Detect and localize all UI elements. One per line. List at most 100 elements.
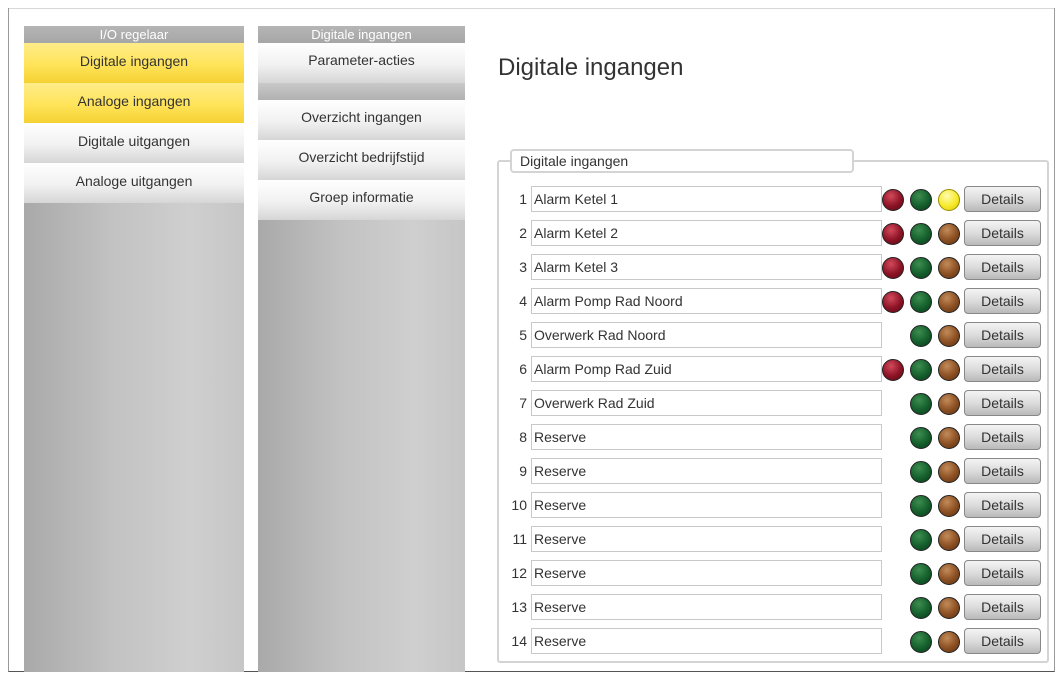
status-led-red-icon bbox=[882, 189, 904, 211]
status-led-green-icon bbox=[910, 223, 932, 245]
nav1-header: I/O regelaar bbox=[24, 26, 244, 43]
status-led-green-icon bbox=[910, 257, 932, 279]
input-number: 4 bbox=[519, 293, 527, 309]
status-led-brown-icon bbox=[938, 427, 960, 449]
input-name-field[interactable]: Alarm Pomp Rad Zuid bbox=[531, 356, 882, 382]
status-led-green-icon bbox=[910, 189, 932, 211]
details-button[interactable]: Details bbox=[964, 254, 1041, 280]
nav1-item-analoge-ingangen[interactable]: Analoge ingangen bbox=[24, 83, 244, 123]
status-led-brown-icon bbox=[938, 393, 960, 415]
input-name-field[interactable]: Reserve bbox=[531, 628, 882, 654]
status-led-green-icon bbox=[910, 461, 932, 483]
input-row: 12 Reserve Details bbox=[505, 559, 1045, 589]
nav2-item-parameter-acties[interactable]: Parameter-acties bbox=[258, 43, 465, 83]
details-button[interactable]: Details bbox=[964, 458, 1041, 484]
input-name-field[interactable]: Reserve bbox=[531, 492, 882, 518]
status-led-red-icon bbox=[882, 223, 904, 245]
status-led-green-icon bbox=[910, 393, 932, 415]
input-number: 9 bbox=[519, 463, 527, 479]
status-led-brown-icon bbox=[938, 529, 960, 551]
input-name-field[interactable]: Alarm Pomp Rad Noord bbox=[531, 288, 882, 314]
nav-column-io-regelaar: I/O regelaar Digitale ingangen Analoge i… bbox=[24, 26, 244, 672]
input-row: 2 Alarm Ketel 2 Details bbox=[505, 219, 1045, 249]
input-name-field[interactable]: Reserve bbox=[531, 526, 882, 552]
nav2-item-overzicht-bedrijfstijd[interactable]: Overzicht bedrijfstijd bbox=[258, 140, 465, 180]
input-row: 5 Overwerk Rad Noord Details bbox=[505, 321, 1045, 351]
input-name-field[interactable]: Reserve bbox=[531, 458, 882, 484]
status-led-green-icon bbox=[910, 563, 932, 585]
input-number: 2 bbox=[519, 225, 527, 241]
details-button[interactable]: Details bbox=[964, 186, 1041, 212]
details-button[interactable]: Details bbox=[964, 628, 1041, 654]
details-button[interactable]: Details bbox=[964, 594, 1041, 620]
details-button[interactable]: Details bbox=[964, 526, 1041, 552]
groupbox-title: Digitale ingangen bbox=[510, 149, 854, 173]
nav-column-digitale-ingangen: Digitale ingangen Parameter-acties Overz… bbox=[258, 26, 465, 672]
details-button[interactable]: Details bbox=[964, 390, 1041, 416]
status-led-green-icon bbox=[910, 495, 932, 517]
details-button[interactable]: Details bbox=[964, 424, 1041, 450]
status-led-brown-icon bbox=[938, 631, 960, 653]
status-led-green-icon bbox=[910, 427, 932, 449]
details-button[interactable]: Details bbox=[964, 492, 1041, 518]
input-number: 1 bbox=[519, 191, 527, 207]
input-name-field[interactable]: Reserve bbox=[531, 594, 882, 620]
input-name-field[interactable]: Reserve bbox=[531, 424, 882, 450]
status-led-red-icon bbox=[882, 291, 904, 313]
details-button[interactable]: Details bbox=[964, 220, 1041, 246]
nav2-divider bbox=[258, 83, 465, 100]
status-led-brown-icon bbox=[938, 325, 960, 347]
status-led-brown-icon bbox=[938, 597, 960, 619]
status-led-red-icon bbox=[882, 359, 904, 381]
status-led-green-icon bbox=[910, 529, 932, 551]
input-row: 7 Overwerk Rad Zuid Details bbox=[505, 389, 1045, 419]
input-row: 6 Alarm Pomp Rad Zuid Details bbox=[505, 355, 1045, 385]
details-button[interactable]: Details bbox=[964, 560, 1041, 586]
status-led-red-icon bbox=[882, 257, 904, 279]
input-number: 14 bbox=[511, 633, 527, 649]
status-led-brown-icon bbox=[938, 563, 960, 585]
status-led-brown-icon bbox=[938, 291, 960, 313]
nav2-item-groep-informatie[interactable]: Groep informatie bbox=[258, 180, 465, 220]
status-led-brown-icon bbox=[938, 223, 960, 245]
input-number: 3 bbox=[519, 259, 527, 275]
details-button[interactable]: Details bbox=[964, 356, 1041, 382]
input-row: 1 Alarm Ketel 1 Details bbox=[505, 185, 1045, 215]
input-row: 9 Reserve Details bbox=[505, 457, 1045, 487]
input-number: 13 bbox=[511, 599, 527, 615]
status-led-green-icon bbox=[910, 597, 932, 619]
input-name-field[interactable]: Overwerk Rad Zuid bbox=[531, 390, 882, 416]
nav1-item-analoge-uitgangen[interactable]: Analoge uitgangen bbox=[24, 163, 244, 203]
page-title: Digitale ingangen bbox=[498, 54, 684, 81]
input-name-field[interactable]: Overwerk Rad Noord bbox=[531, 322, 882, 348]
status-led-brown-icon bbox=[938, 257, 960, 279]
input-row: 8 Reserve Details bbox=[505, 423, 1045, 453]
nav2-item-overzicht-ingangen[interactable]: Overzicht ingangen bbox=[258, 100, 465, 140]
status-led-green-icon bbox=[910, 631, 932, 653]
input-row: 10 Reserve Details bbox=[505, 491, 1045, 521]
input-number: 11 bbox=[512, 531, 527, 547]
input-number: 10 bbox=[511, 497, 527, 513]
status-led-green-icon bbox=[910, 359, 932, 381]
input-name-field[interactable]: Reserve bbox=[531, 560, 882, 586]
input-row: 3 Alarm Ketel 3 Details bbox=[505, 253, 1045, 283]
status-led-brown-icon bbox=[938, 359, 960, 381]
input-row: 14 Reserve Details bbox=[505, 627, 1045, 657]
status-led-green-icon bbox=[910, 325, 932, 347]
status-led-yellow-icon bbox=[938, 189, 960, 211]
input-row: 11 Reserve Details bbox=[505, 525, 1045, 555]
nav1-item-digitale-uitgangen[interactable]: Digitale uitgangen bbox=[24, 123, 244, 163]
input-number: 6 bbox=[519, 361, 527, 377]
nav1-item-digitale-ingangen[interactable]: Digitale ingangen bbox=[24, 43, 244, 83]
details-button[interactable]: Details bbox=[964, 322, 1041, 348]
input-name-field[interactable]: Alarm Ketel 1 bbox=[531, 186, 882, 212]
status-led-brown-icon bbox=[938, 495, 960, 517]
status-led-green-icon bbox=[910, 291, 932, 313]
input-name-field[interactable]: Alarm Ketel 2 bbox=[531, 220, 882, 246]
input-row: 4 Alarm Pomp Rad Noord Details bbox=[505, 287, 1045, 317]
input-name-field[interactable]: Alarm Ketel 3 bbox=[531, 254, 882, 280]
input-row: 13 Reserve Details bbox=[505, 593, 1045, 623]
nav2-header: Digitale ingangen bbox=[258, 26, 465, 43]
details-button[interactable]: Details bbox=[964, 288, 1041, 314]
input-number: 7 bbox=[519, 395, 527, 411]
